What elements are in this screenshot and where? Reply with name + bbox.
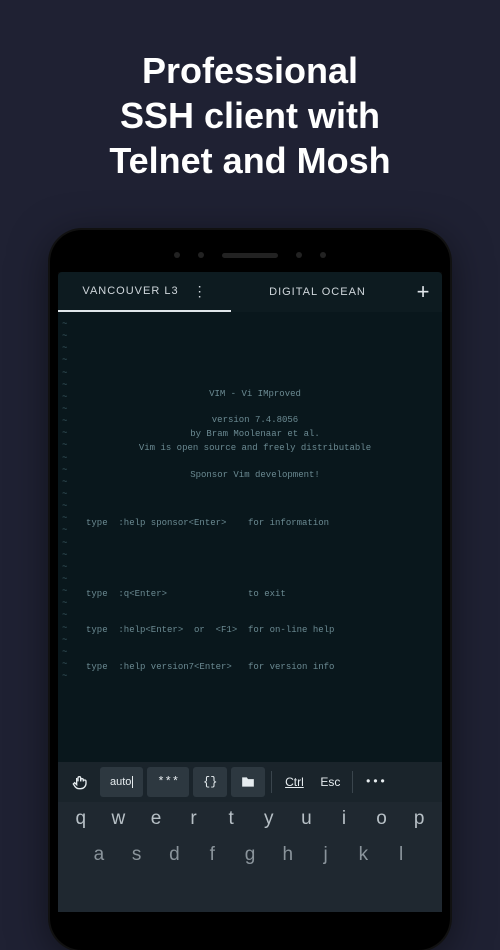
vim-title: VIM - Vi IMproved [72,388,438,400]
key-w[interactable]: w [100,808,138,830]
key-o[interactable]: o [363,808,401,830]
key-q[interactable]: q [62,808,100,830]
key-p[interactable]: p [400,808,438,830]
key-t[interactable]: t [212,808,250,830]
terminal-view[interactable]: ~~~~~~~~~~~~~~~~~~~~~~~~~~~~~~ VIM - Vi … [58,312,442,762]
key-g[interactable]: g [231,844,269,866]
braces-button[interactable]: {} [193,767,227,797]
marketing-headline: Professional SSH client with Telnet and … [0,0,500,213]
toolbar-divider [271,771,272,793]
vim-license: Vim is open source and freely distributa… [72,442,438,454]
key-i[interactable]: i [325,808,363,830]
key-y[interactable]: y [250,808,288,830]
tab-digital-ocean[interactable]: DIGITAL OCEAN [231,272,404,312]
tab-menu-icon[interactable]: ⋮ [193,283,207,300]
key-h[interactable]: h [269,844,307,866]
phone-frame: VANCOUVER L3 ⋮ DIGITAL OCEAN + ~~~~~~~~~… [50,230,450,950]
keyboard-row-2: asdfghjkl [62,844,438,866]
esc-key-button[interactable]: Esc [314,767,346,797]
phone-sensors [58,238,442,272]
key-k[interactable]: k [344,844,382,866]
key-j[interactable]: j [307,844,345,866]
key-u[interactable]: u [288,808,326,830]
ctrl-key-button[interactable]: Ctrl [278,767,310,797]
terminal-toolbar: auto *** {} Ctrl Esc ••• [58,762,442,802]
touch-mode-button[interactable] [64,767,96,797]
gutter-tildes: ~~~~~~~~~~~~~~~~~~~~~~~~~~~~~~ [62,318,67,682]
vim-help-lines: type :help sponsor<Enter> for informatio… [72,493,438,697]
vim-sponsor-head: Sponsor Vim development! [72,469,438,481]
key-d[interactable]: d [156,844,194,866]
key-r[interactable]: r [175,808,213,830]
vim-line-sponsor: type :help sponsor<Enter> for informatio… [86,517,438,529]
phone-screen: VANCOUVER L3 ⋮ DIGITAL OCEAN + ~~~~~~~~~… [58,272,442,912]
vim-version: version 7.4.8056 [72,414,438,426]
vim-line-quit: type :q<Enter> to exit [86,588,438,600]
autocomplete-button[interactable]: auto [100,767,143,797]
vim-line-help: type :help<Enter> or <F1> for on-line he… [86,624,438,636]
key-a[interactable]: a [80,844,118,866]
headline-line-2: SSH client with [40,93,460,138]
add-tab-button[interactable]: + [404,272,442,312]
tab-bar: VANCOUVER L3 ⋮ DIGITAL OCEAN + [58,272,442,312]
soft-keyboard: qwertyuiop asdfghjkl [58,802,442,912]
tab-label: DIGITAL OCEAN [269,286,366,298]
toolbar-divider [352,771,353,793]
key-s[interactable]: s [118,844,156,866]
key-e[interactable]: e [137,808,175,830]
vim-line-version: type :help version7<Enter> for version i… [86,661,438,673]
vim-author: by Bram Moolenaar et al. [72,428,438,440]
more-button[interactable]: ••• [359,767,391,797]
vim-splash: VIM - Vi IMproved version 7.4.8056 by Br… [72,388,438,481]
tab-vancouver[interactable]: VANCOUVER L3 ⋮ [58,272,231,312]
keyboard-row-1: qwertyuiop [62,808,438,830]
key-l[interactable]: l [382,844,420,866]
headline-line-1: Professional [40,48,460,93]
folder-button[interactable] [231,767,265,797]
tab-label: VANCOUVER L3 [82,285,178,297]
key-f[interactable]: f [193,844,231,866]
password-button[interactable]: *** [147,767,189,797]
headline-line-3: Telnet and Mosh [40,138,460,183]
